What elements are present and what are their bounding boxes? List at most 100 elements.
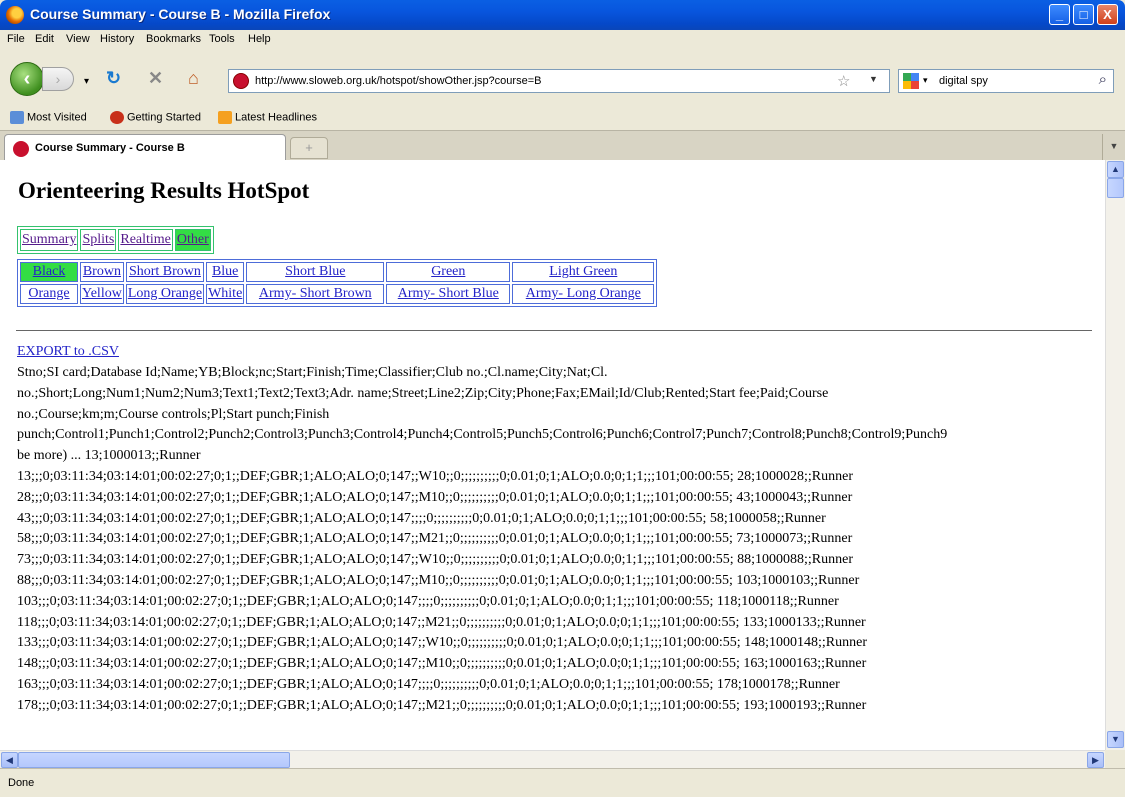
- course-army-long-orange-link[interactable]: Army- Long Orange: [526, 286, 641, 301]
- reload-icon[interactable]: ↻: [106, 68, 121, 88]
- maximize-button[interactable]: □: [1073, 4, 1094, 25]
- new-tab-button[interactable]: +: [290, 137, 328, 159]
- getting-started-icon: [110, 111, 124, 124]
- course-orange-link[interactable]: Orange: [28, 286, 69, 301]
- bookmark-latest-headlines[interactable]: Latest Headlines: [218, 111, 317, 124]
- nav-splits-link[interactable]: Splits: [82, 232, 114, 247]
- course-short-brown-link[interactable]: Short Brown: [129, 264, 201, 279]
- course-brown-link[interactable]: Brown: [83, 264, 121, 279]
- csv-line: 178;;;0;03:11:34;03:14:01;00:02:27;0;1;;…: [17, 697, 867, 713]
- search-icon[interactable]: ⌕: [1099, 71, 1107, 88]
- course-army-short-brown-link[interactable]: Army- Short Brown: [259, 286, 372, 301]
- horizontal-scroll-thumb[interactable]: [18, 752, 290, 768]
- tab-list-dropdown-icon[interactable]: ▼: [1102, 134, 1125, 160]
- history-dropdown-icon[interactable]: ▾: [84, 72, 89, 92]
- course-light-green-link[interactable]: Light Green: [549, 264, 617, 279]
- scroll-up-icon[interactable]: ▲: [1107, 161, 1124, 178]
- course-cell: Short Blue: [246, 262, 385, 282]
- minimize-button[interactable]: _: [1049, 4, 1070, 25]
- tab-strip: Course Summary - Course B + ▼: [0, 130, 1125, 161]
- course-selector: Black Brown Short Brown Blue Short Blue …: [17, 259, 658, 307]
- search-engine-icon[interactable]: [903, 73, 919, 89]
- window-title: Course Summary - Course B - Mozilla Fire…: [30, 6, 331, 22]
- course-white-link[interactable]: White: [208, 286, 242, 301]
- csv-line: 118;;;0;03:11:34;03:14:01;00:02:27;0;1;;…: [17, 614, 866, 630]
- menu-view[interactable]: View: [66, 33, 90, 45]
- bookmark-label: Getting Started: [127, 111, 201, 124]
- course-cell: Yellow: [80, 284, 124, 304]
- home-icon[interactable]: ⌂: [188, 68, 199, 88]
- tab-course-summary[interactable]: Course Summary - Course B: [4, 134, 286, 161]
- scroll-corner: [1105, 750, 1125, 768]
- report-nav: Summary Splits Realtime Other: [17, 226, 214, 254]
- search-input[interactable]: digital spy: [939, 75, 988, 87]
- menu-history[interactable]: History: [100, 33, 134, 45]
- menu-bookmarks[interactable]: Bookmarks: [146, 33, 201, 45]
- course-cell: Army- Short Brown: [246, 284, 385, 304]
- course-cell: Orange: [20, 284, 78, 304]
- bookmark-getting-started[interactable]: Getting Started: [110, 111, 201, 124]
- nav-summary-link[interactable]: Summary: [22, 232, 76, 247]
- window-titlebar: Course Summary - Course B - Mozilla Fire…: [0, 0, 1125, 30]
- search-bar[interactable]: ▾ digital spy ⌕: [898, 69, 1114, 93]
- scroll-down-icon[interactable]: ▼: [1107, 731, 1124, 748]
- stop-icon[interactable]: ✕: [148, 68, 163, 88]
- csv-line: no.;Course;km;m;Course controls;Pl;Start…: [17, 406, 330, 422]
- scroll-right-icon[interactable]: ▶: [1087, 752, 1104, 768]
- nav-realtime-cell: Realtime: [118, 229, 173, 251]
- menu-file[interactable]: File: [7, 33, 25, 45]
- vertical-scrollbar[interactable]: ▲ ▼: [1105, 160, 1125, 750]
- back-button[interactable]: ‹: [10, 62, 44, 96]
- bookmark-label: Latest Headlines: [235, 111, 317, 124]
- menu-tools[interactable]: Tools: [209, 33, 235, 45]
- course-cell: Army- Short Blue: [386, 284, 511, 304]
- csv-line: 13;;;0;03:11:34;03:14:01;00:02:27;0;1;;D…: [17, 468, 854, 484]
- course-green-link[interactable]: Green: [431, 264, 465, 279]
- csv-line: 43;;;0;03:11:34;03:14:01;00:02:27;0;1;;D…: [17, 510, 826, 526]
- address-bar[interactable]: http://www.sloweb.org.uk/hotspot/showOth…: [228, 69, 890, 93]
- status-bar: Done: [0, 768, 1125, 797]
- bookmark-most-visited[interactable]: Most Visited: [10, 111, 87, 124]
- address-url[interactable]: http://www.sloweb.org.uk/hotspot/showOth…: [255, 75, 541, 87]
- csv-line: 133;;;0;03:11:34;03:14:01;00:02:27;0;1;;…: [17, 635, 868, 651]
- tab-label: Course Summary - Course B: [35, 142, 185, 154]
- csv-line: 103;;;0;03:11:34;03:14:01;00:02:27;0;1;;…: [17, 593, 839, 609]
- course-black-link[interactable]: Black: [33, 264, 66, 279]
- course-cell: White: [206, 284, 245, 304]
- menu-help[interactable]: Help: [248, 33, 271, 45]
- vertical-scroll-thumb[interactable]: [1107, 178, 1124, 198]
- course-cell: Army- Long Orange: [512, 284, 655, 304]
- search-engine-dropdown-icon[interactable]: ▾: [923, 75, 928, 86]
- menu-edit[interactable]: Edit: [35, 33, 54, 45]
- bookmark-star-icon[interactable]: ☆: [837, 72, 850, 90]
- csv-line: 148;;;0;03:11:34;03:14:01;00:02:27;0;1;;…: [17, 656, 867, 672]
- horizontal-scrollbar[interactable]: ◀ ▶: [0, 750, 1105, 768]
- nav-other-cell: Other: [174, 229, 211, 251]
- course-yellow-link[interactable]: Yellow: [82, 286, 122, 301]
- nav-realtime-link[interactable]: Realtime: [120, 232, 171, 247]
- nav-other-link[interactable]: Other: [177, 232, 209, 247]
- site-favicon-icon: [233, 73, 249, 89]
- course-cell: Long Orange: [125, 284, 205, 304]
- close-button[interactable]: X: [1097, 4, 1118, 25]
- csv-line: 28;;;0;03:11:34;03:14:01;00:02:27;0;1;;D…: [17, 489, 853, 505]
- course-cell: Light Green: [512, 262, 655, 282]
- course-blue-link[interactable]: Blue: [212, 264, 238, 279]
- course-army-short-blue-link[interactable]: Army- Short Blue: [398, 286, 499, 301]
- nav-summary-cell: Summary: [20, 229, 79, 251]
- scroll-left-icon[interactable]: ◀: [1, 752, 18, 768]
- url-dropdown-icon[interactable]: ▼: [869, 74, 878, 84]
- export-csv-link[interactable]: EXPORT to .CSV: [17, 344, 119, 359]
- page-viewport: Orienteering Results HotSpot Summary Spl…: [0, 160, 1105, 750]
- rss-feed-icon: [218, 111, 232, 124]
- menu-bar: File Edit View History Bookmarks Tools H…: [0, 30, 1125, 50]
- nav-splits-cell: Splits: [80, 229, 117, 251]
- bookmarks-toolbar: Most Visited Getting Started Latest Head…: [0, 106, 1125, 130]
- navigation-toolbar: ‹ › ▾ ↻ ✕ ⌂ http://www.sloweb.org.uk/hot…: [0, 50, 1125, 106]
- forward-button[interactable]: ›: [42, 67, 74, 91]
- course-long-orange-link[interactable]: Long Orange: [128, 286, 202, 301]
- csv-output: Stno;SI card;Database Id;Name;YB;Block;n…: [17, 363, 1105, 717]
- course-short-blue-link[interactable]: Short Blue: [285, 264, 345, 279]
- csv-line: Stno;SI card;Database Id;Name;YB;Block;n…: [17, 365, 608, 380]
- csv-line: be more) ... 13;1000013;;Runner: [17, 448, 201, 464]
